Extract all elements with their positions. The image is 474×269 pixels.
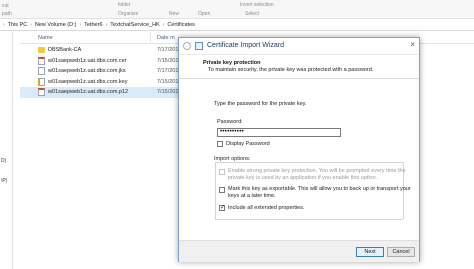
file-name: DBSBank-CA	[48, 47, 82, 54]
address-bar[interactable]: › This PC › New Volume (D:) › Tether6 › …	[0, 20, 474, 31]
password-label: Password:	[217, 119, 243, 125]
dialog-title: Certificate Import Wizard	[207, 42, 285, 49]
strong-protection-label: Enable strong private key protection. Yo…	[228, 168, 406, 174]
breadcrumb-volume[interactable]: New Volume (D:)	[35, 22, 77, 28]
folder-icon	[38, 47, 45, 54]
certificate-file-icon	[38, 88, 45, 97]
close-icon[interactable]: ×	[410, 40, 415, 49]
breadcrumb-separator-icon: ›	[105, 22, 108, 28]
cancel-button[interactable]: Cancel	[387, 247, 415, 257]
strong-protection-checkbox[interactable]	[219, 169, 225, 175]
certificate-file-icon	[38, 56, 45, 65]
file-date: 7/15/201	[157, 78, 179, 85]
nav-item-drive-p[interactable]: \P)	[1, 178, 7, 184]
password-prompt: Type the password for the private key.	[214, 101, 307, 107]
mark-exportable-label-continued: keys at a later time.	[228, 193, 276, 199]
address-arrow-icon: ›	[3, 22, 5, 28]
ribbon-fragment: cut	[2, 3, 9, 9]
include-extended-properties-checkbox[interactable]	[219, 204, 225, 211]
file-date: 7/17/201	[157, 68, 179, 75]
breadcrumb-tether[interactable]: Tether6	[84, 22, 102, 28]
ribbon-group-select: Select	[245, 11, 259, 17]
options-group-bottom-border	[215, 219, 403, 220]
file-date: 7/15/201	[157, 57, 179, 64]
file-list: DBSBank-CA 7/17/201 w01saepweb1z.uat.dbs…	[20, 45, 180, 98]
include-extended-properties-label: Include all extended properties.	[228, 205, 305, 211]
page-description: To maintain security, the private key wa…	[208, 67, 374, 73]
document-file-icon	[38, 67, 45, 76]
ribbon-new-folder[interactable]: folder	[118, 2, 131, 8]
display-password-label: Display Password	[226, 141, 270, 147]
breadcrumb-separator-icon: ›	[162, 22, 165, 28]
file-name: w01saepweb1z.uat.dbs.com.p12	[48, 89, 129, 96]
file-row-selected[interactable]: w01saepweb1z.uat.dbs.com.p12 7/15/201	[20, 87, 180, 98]
file-name: w01saepweb1z.uat.dbs.com.cer	[48, 57, 127, 64]
ribbon-group-organize: Organize	[118, 11, 139, 17]
page-title: Private key protection	[203, 60, 261, 66]
column-divider[interactable]	[150, 32, 151, 43]
breadcrumb-separator-icon: ›	[30, 22, 32, 28]
file-row[interactable]: DBSBank-CA 7/17/201	[20, 45, 180, 56]
options-group-left-border	[215, 162, 216, 219]
file-name: w01saepweb1z.uat.dbs.com.key	[48, 78, 128, 85]
desktop: cut path folder Organize New Open Invert…	[0, 0, 474, 269]
nav-item-drive-d[interactable]: D)	[1, 158, 6, 164]
display-password-checkbox[interactable]	[217, 141, 223, 147]
next-button[interactable]: Next	[356, 247, 384, 257]
file-date: 7/17/201	[157, 47, 179, 54]
file-row[interactable]: w01saepweb1z.uat.dbs.com.cer 7/15/201	[20, 56, 180, 67]
navigation-pane: D) \P)	[0, 32, 13, 269]
back-arrow-icon[interactable]: ←	[183, 42, 191, 50]
breadcrumb-this-pc[interactable]: This PC	[8, 22, 28, 28]
certificate-import-wizard-dialog: ← Certificate Import Wizard × Private ke…	[178, 37, 420, 262]
dialog-footer: Next Cancel	[179, 240, 419, 262]
file-row[interactable]: w01saepweb1z.uat.dbs.com.jks 7/17/201	[20, 66, 180, 77]
strong-protection-label-continued: private key is used by an application if…	[228, 175, 378, 181]
ribbon-group-open: Open	[198, 11, 211, 17]
key-file-icon	[38, 77, 45, 86]
explorer-ribbon: cut path folder Organize New Open Invert…	[0, 0, 474, 19]
ribbon-invert-selection[interactable]: Invert selection	[240, 2, 274, 8]
wizard-page-header: Private key protection To maintain secur…	[179, 56, 419, 79]
breadcrumb-separator-icon: ›	[79, 22, 82, 28]
file-row[interactable]: w01saepweb1z.uat.dbs.com.key 7/15/201	[20, 77, 180, 88]
file-date: 7/15/201	[157, 89, 179, 96]
breadcrumb-certificates[interactable]: Certificates	[167, 22, 195, 28]
column-header-date[interactable]: Date m	[157, 35, 175, 41]
mark-exportable-label: Mark this key as exportable. This will a…	[228, 186, 411, 192]
column-header-name[interactable]: Name	[38, 35, 53, 41]
options-group-top-border	[215, 162, 403, 163]
dialog-title-bar: ← Certificate Import Wizard ×	[179, 38, 419, 55]
ribbon-path-fragment: path	[2, 11, 12, 17]
ribbon-group-new: New	[169, 11, 180, 17]
certificate-wizard-icon	[195, 42, 203, 50]
breadcrumb-textchat[interactable]: TextchatService_HK	[110, 22, 160, 28]
password-input[interactable]: ••••••••••	[217, 128, 341, 137]
mark-exportable-checkbox[interactable]	[219, 187, 225, 193]
file-name: w01saepweb1z.uat.dbs.com.jks	[48, 68, 126, 75]
